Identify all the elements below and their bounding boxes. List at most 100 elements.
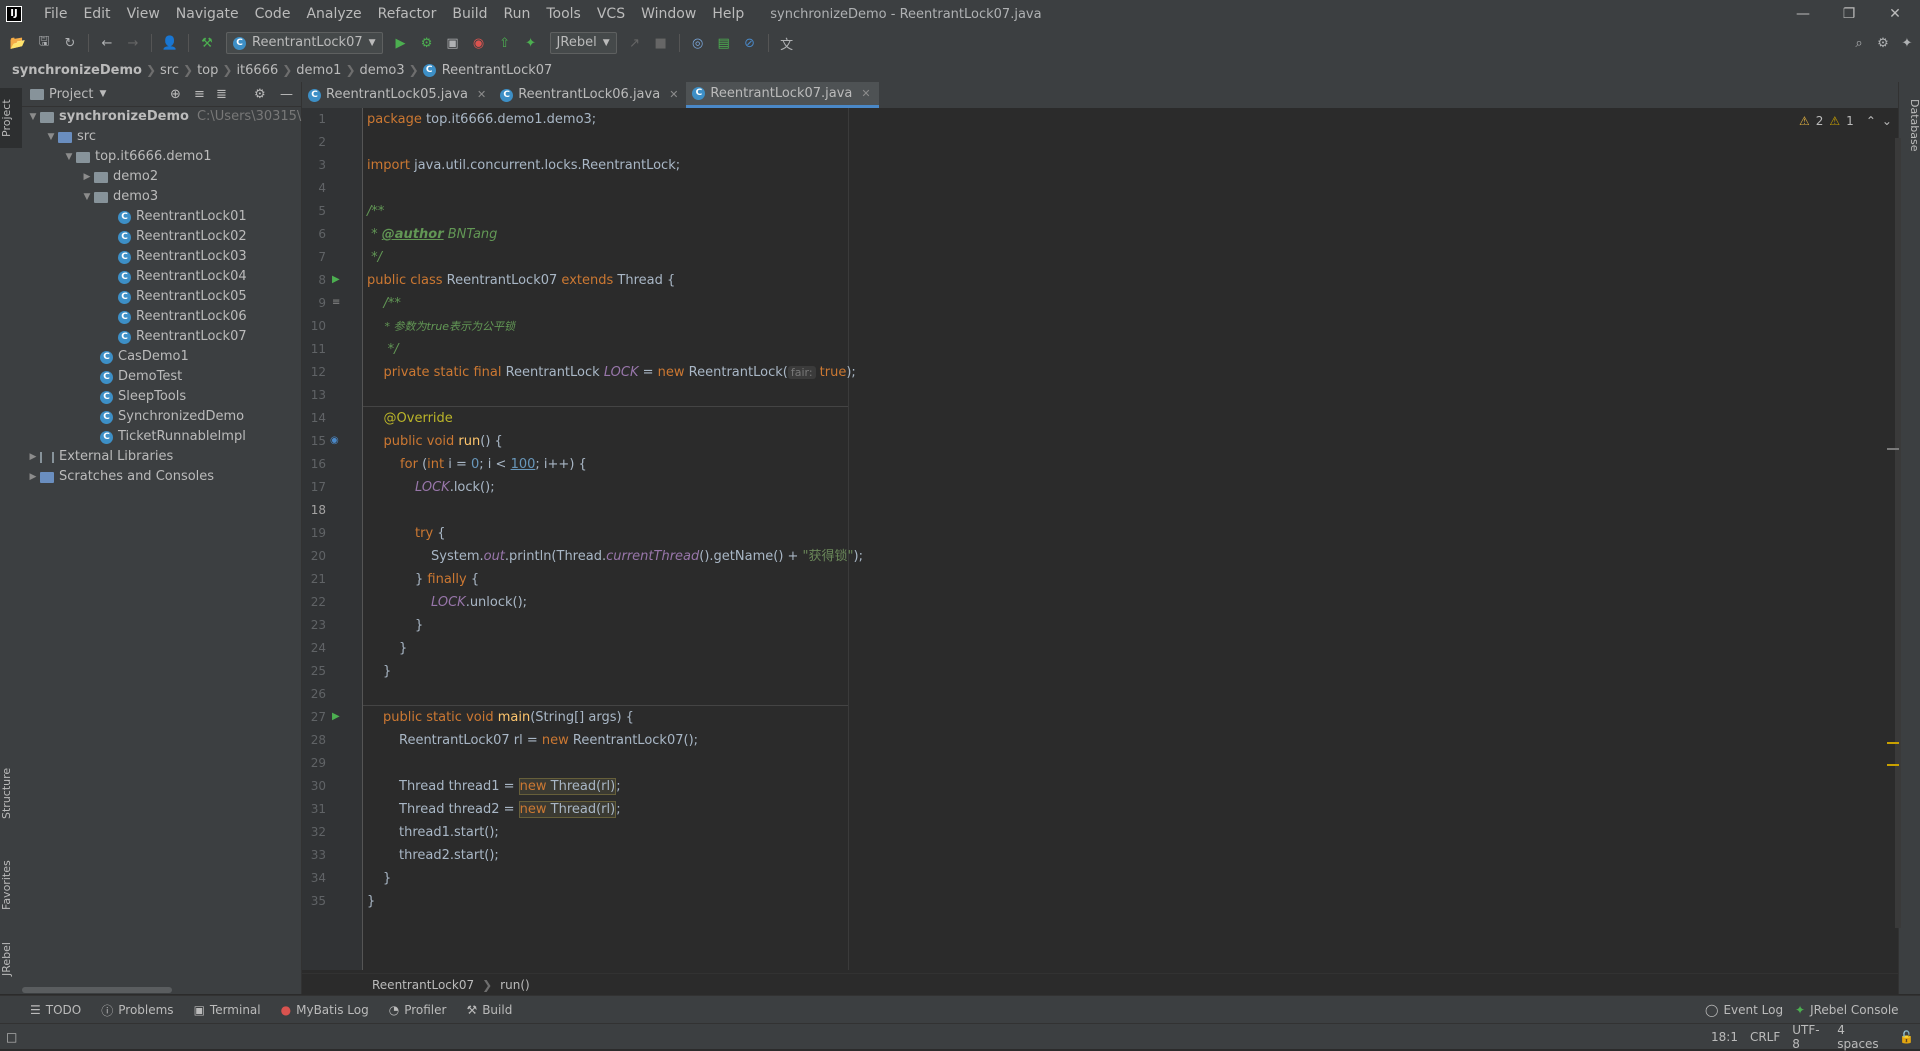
run-config-selector[interactable]: C ReentrantLock07 ▼ [226, 32, 383, 54]
chevron-down-icon[interactable]: ⌄ [1882, 114, 1892, 128]
locate-icon[interactable]: ⊕ [170, 87, 181, 102]
restore-button[interactable]: ❐ [1826, 0, 1872, 28]
menu-vcs[interactable]: VCS [589, 0, 633, 28]
tree-item-demo2[interactable]: ▶ demo2 [80, 167, 159, 187]
breadcrumb-demo3[interactable]: demo3 [356, 63, 409, 78]
breadcrumb-project[interactable]: synchronizeDemo [8, 63, 146, 78]
tree-item-class[interactable]: C CasDemo1 [100, 347, 189, 367]
favorites-tool-tab[interactable]: Favorites [0, 852, 22, 918]
minimize-button[interactable]: — [1780, 0, 1826, 28]
menu-build[interactable]: Build [444, 0, 495, 28]
tree-item-class[interactable]: C SleepTools [100, 387, 186, 407]
tool-event-log[interactable]: ◯ Event Log [1695, 1003, 1793, 1017]
menu-code[interactable]: Code [247, 0, 299, 28]
search-icon[interactable]: ⌕ [1849, 33, 1869, 53]
structure-tool-tab[interactable]: Structure [0, 758, 22, 828]
lock-icon[interactable]: 🔓 [1893, 1030, 1920, 1044]
vcs-icon[interactable]: ▤ [714, 33, 734, 53]
tree-item-class[interactable]: C ReentrantLock04 [118, 267, 247, 287]
gear-icon[interactable]: ⚙ [1873, 33, 1893, 53]
editor-crumb-method[interactable]: run() [500, 978, 530, 992]
vertical-scrollbar[interactable] [1895, 138, 1901, 928]
back-icon[interactable]: ← [97, 33, 117, 53]
translate-icon[interactable]: 文 [777, 33, 797, 53]
override-method-icon[interactable]: ◉ [330, 435, 339, 446]
hide-icon[interactable]: — [280, 87, 293, 102]
tree-item-class[interactable]: C ReentrantLock03 [118, 247, 247, 267]
tool-jrebel-console[interactable]: ✦ JRebel Console [1785, 1003, 1909, 1017]
jrebel-selector[interactable]: JRebel ▼ [549, 32, 617, 54]
forward-icon[interactable]: → [123, 33, 143, 53]
breadcrumb-demo1[interactable]: demo1 [292, 63, 345, 78]
line-separator[interactable]: CRLF [1744, 1030, 1786, 1044]
stop-icon[interactable]: ■ [651, 33, 671, 53]
breadcrumb-it6666[interactable]: it6666 [232, 63, 282, 78]
line-number-gutter[interactable]: 1 2 3 4 5 6 7 8 9 10 11 12 13 14 15 16 1… [302, 108, 363, 970]
close-icon[interactable]: ✕ [861, 81, 870, 107]
tree-item-src[interactable]: ▼ src [44, 127, 96, 147]
collapse-all-icon[interactable]: ≣ [216, 87, 227, 102]
inspection-widget[interactable]: ⚠ 2 ⚠ 1 ⌃ ⌄ [1799, 114, 1892, 128]
build-hammer-icon[interactable]: ⚒ [197, 33, 217, 53]
tree-item-external-libraries[interactable]: ▶ External Libraries [26, 447, 174, 467]
menu-refactor[interactable]: Refactor [370, 0, 445, 28]
tree-item-class[interactable]: C ReentrantLock02 [118, 227, 247, 247]
tree-item-class[interactable]: C TicketRunnableImpl [100, 427, 246, 447]
menu-help[interactable]: Help [704, 0, 752, 28]
profile-icon[interactable]: ◉ [469, 33, 489, 53]
editor-crumb-class[interactable]: ReentrantLock07 [372, 978, 474, 992]
save-icon[interactable]: 🖫 [34, 33, 54, 53]
tree-item-scratches[interactable]: ▶ Scratches and Consoles [26, 467, 215, 487]
expand-all-icon[interactable]: ≡ [194, 87, 205, 102]
menu-window[interactable]: Window [633, 0, 704, 28]
globe-icon[interactable]: ◎ [688, 33, 708, 53]
project-tool-tab[interactable]: Project [0, 88, 22, 148]
breadcrumb-class[interactable]: ReentrantLock07 [438, 63, 557, 78]
chevron-up-icon[interactable]: ⌃ [1866, 114, 1876, 128]
tree-item-class[interactable]: C DemoTest [100, 367, 182, 387]
code-editor[interactable]: package top.it6666.demo1.demo3; import j… [363, 108, 1901, 970]
tree-item-class[interactable]: C ReentrantLock01 [118, 207, 247, 227]
menu-navigate[interactable]: Navigate [168, 0, 247, 28]
layout-icon[interactable]: □ [6, 1030, 17, 1044]
project-view-selector[interactable]: Project [49, 87, 93, 102]
jrebel-tool-tab[interactable]: JRebel [0, 934, 22, 984]
run-gutter-icon[interactable]: ▶ [332, 711, 340, 722]
tree-item-class[interactable]: C ReentrantLock06 [118, 307, 247, 327]
run-gutter-icon[interactable]: ▶ [332, 274, 340, 285]
database-tool-tab[interactable]: Database [1899, 90, 1920, 160]
gear-icon[interactable]: ⚙ [254, 87, 266, 102]
file-encoding[interactable]: UTF-8 [1786, 1023, 1831, 1051]
menu-file[interactable]: File [36, 0, 75, 28]
close-icon[interactable]: ✕ [477, 82, 486, 108]
plugin-icon[interactable]: ✦ [1897, 33, 1917, 53]
run-icon[interactable]: ▶ [391, 33, 411, 53]
tab-reentrantlock06[interactable]: C ReentrantLock06.java ✕ [494, 82, 686, 108]
menu-edit[interactable]: Edit [75, 0, 118, 28]
warning-marker[interactable] [1887, 742, 1899, 744]
debug-icon[interactable]: ⚙ [417, 33, 437, 53]
block-icon[interactable]: ⊘ [740, 33, 760, 53]
attach-icon[interactable]: ↗ [625, 33, 645, 53]
menu-tools[interactable]: Tools [538, 0, 589, 28]
caret-position[interactable]: 18:1 [1705, 1030, 1744, 1044]
tool-terminal[interactable]: ▣ Terminal [184, 1003, 271, 1017]
horizontal-scrollbar[interactable] [22, 987, 172, 993]
tab-reentrantlock05[interactable]: C ReentrantLock05.java ✕ [302, 82, 494, 108]
tool-todo[interactable]: ☰ TODO [20, 1003, 91, 1017]
open-folder-icon[interactable]: 📂 [8, 33, 28, 53]
tree-item-demo3[interactable]: ▼ demo3 [80, 187, 159, 207]
tool-mybatis-log[interactable]: ● MyBatis Log [271, 1003, 379, 1017]
menu-analyze[interactable]: Analyze [298, 0, 369, 28]
tool-problems[interactable]: ⓘ Problems [91, 1002, 183, 1019]
menu-run[interactable]: Run [496, 0, 539, 28]
breadcrumb-top[interactable]: top [193, 63, 222, 78]
user-icon[interactable]: 👤 [160, 33, 180, 53]
tree-root[interactable]: ▼ synchronizeDemo C:\Users\30315\Dow [26, 107, 330, 127]
doc-toggle-icon[interactable]: ≡ [332, 297, 340, 308]
tree-item-class[interactable]: C ReentrantLock05 [118, 287, 247, 307]
tool-build[interactable]: ⚒ Build [456, 1003, 522, 1017]
tree-item-class[interactable]: C ReentrantLock07 [118, 327, 247, 347]
tree-item-class[interactable]: C SynchronizedDemo [100, 407, 244, 427]
warning-marker[interactable] [1887, 764, 1899, 766]
